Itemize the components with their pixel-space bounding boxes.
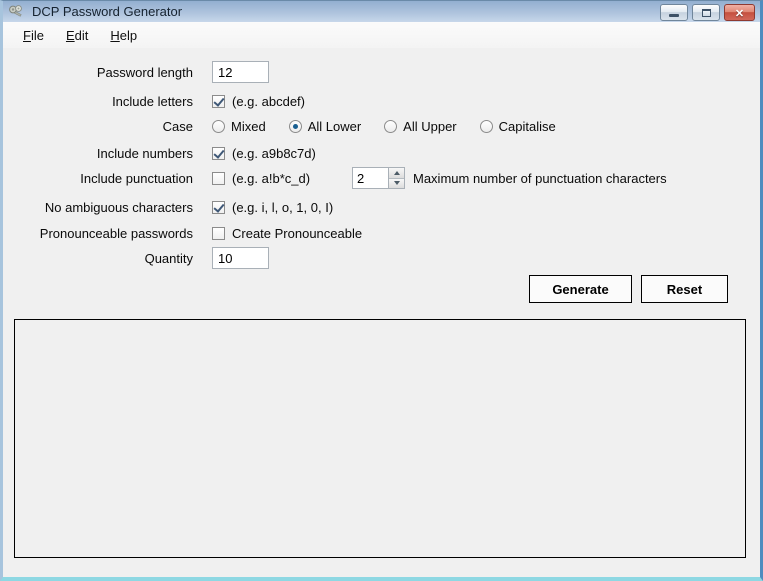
menu-help[interactable]: Help [99, 24, 148, 47]
minimize-button[interactable] [660, 4, 688, 21]
max-punctuation-label: Maximum number of punctuation characters [413, 171, 667, 186]
case-option-mixed[interactable]: Mixed [212, 119, 266, 134]
client-area: Password length Include letters (e.g. ab… [3, 48, 760, 577]
max-punctuation-spinner [352, 167, 405, 189]
spinner-down-button[interactable] [389, 179, 404, 189]
case-option-all-lower[interactable]: All Lower [289, 119, 361, 134]
pronounceable-checkbox[interactable] [212, 227, 225, 240]
row-case: Case Mixed All Lower All Upper Capitalis… [3, 115, 760, 137]
row-include-punctuation: Include punctuation (e.g. a!b*c_d) Maxim… [3, 167, 760, 189]
row-no-ambiguous: No ambiguous characters (e.g. i, l, o, 1… [3, 196, 760, 218]
include-letters-label: Include letters [3, 94, 193, 109]
radio-icon [384, 120, 397, 133]
radio-icon [212, 120, 225, 133]
titlebar[interactable]: DCP Password Generator [3, 1, 760, 22]
restore-icon [702, 9, 711, 17]
no-ambiguous-hint: (e.g. i, l, o, 1, 0, I) [232, 200, 333, 215]
reset-button[interactable]: Reset [641, 275, 728, 303]
no-ambiguous-label: No ambiguous characters [3, 200, 193, 215]
up-arrow-icon [394, 171, 400, 175]
spinner-buttons [388, 168, 404, 188]
include-punctuation-hint: (e.g. a!b*c_d) [232, 171, 310, 186]
case-option-all-upper-label: All Upper [403, 119, 456, 134]
row-include-letters: Include letters (e.g. abcdef) [3, 90, 760, 112]
maximize-button[interactable] [692, 4, 720, 21]
include-numbers-hint: (e.g. a9b8c7d) [232, 146, 316, 161]
pronounceable-hint: Create Pronounceable [232, 226, 362, 241]
down-arrow-icon [394, 181, 400, 185]
quantity-label: Quantity [3, 251, 193, 266]
password-length-label: Password length [3, 65, 193, 80]
include-punctuation-label: Include punctuation [3, 171, 193, 186]
minimize-icon [669, 14, 679, 17]
radio-icon [480, 120, 493, 133]
include-letters-checkbox[interactable] [212, 95, 225, 108]
case-option-mixed-label: Mixed [231, 119, 266, 134]
spinner-up-button[interactable] [389, 168, 404, 179]
case-option-all-lower-label: All Lower [308, 119, 361, 134]
menu-edit[interactable]: Edit [55, 24, 99, 47]
password-length-input[interactable] [212, 61, 269, 83]
row-password-length: Password length [3, 61, 760, 83]
case-label: Case [3, 119, 193, 134]
window-controls [660, 2, 755, 21]
no-ambiguous-checkbox[interactable] [212, 201, 225, 214]
close-button[interactable] [724, 4, 755, 21]
window-title: DCP Password Generator [32, 4, 660, 19]
row-pronounceable: Pronounceable passwords Create Pronounce… [3, 222, 760, 244]
case-option-capitalise[interactable]: Capitalise [480, 119, 556, 134]
include-numbers-label: Include numbers [3, 146, 193, 161]
generate-button[interactable]: Generate [529, 275, 632, 303]
include-punctuation-checkbox[interactable] [212, 172, 225, 185]
include-numbers-checkbox[interactable] [212, 147, 225, 160]
max-punctuation-input[interactable] [353, 168, 388, 188]
keys-icon[interactable] [8, 4, 25, 20]
close-icon [735, 5, 744, 20]
app-window: DCP Password Generator File Edit Help Pa… [0, 0, 763, 581]
case-option-capitalise-label: Capitalise [499, 119, 556, 134]
case-option-all-upper[interactable]: All Upper [384, 119, 456, 134]
include-letters-hint: (e.g. abcdef) [232, 94, 305, 109]
password-output-list[interactable] [14, 319, 746, 558]
quantity-input[interactable] [212, 247, 269, 269]
pronounceable-label: Pronounceable passwords [3, 226, 193, 241]
row-include-numbers: Include numbers (e.g. a9b8c7d) [3, 142, 760, 164]
row-quantity: Quantity [3, 247, 760, 269]
menu-file[interactable]: File [12, 24, 55, 47]
menubar: File Edit Help [3, 22, 760, 48]
radio-icon [289, 120, 302, 133]
